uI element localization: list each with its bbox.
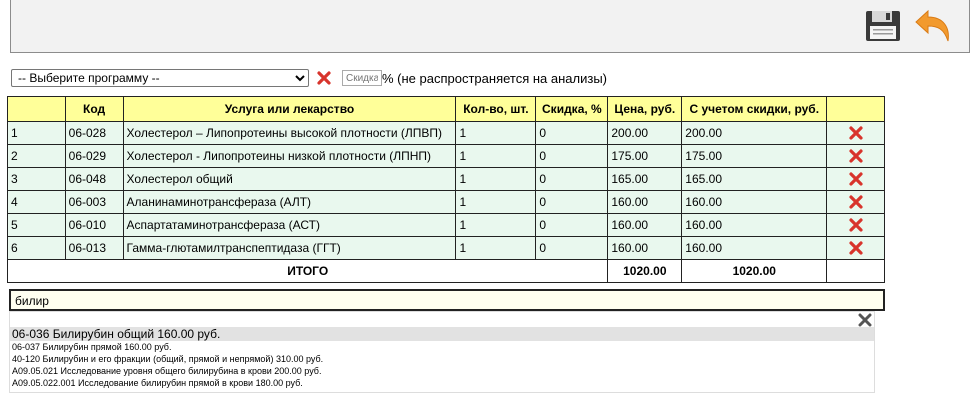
- services-table: Код Услуга или лекарство Кол-во, шт. Ски…: [6, 96, 885, 283]
- row-code: 06-003: [64, 190, 124, 214]
- program-row: -- Выберите программу -- % (не распростр…: [11, 69, 607, 87]
- row-discount: 0: [535, 121, 609, 145]
- row-service-name: Холестерол - Липопротеины низкой плотнос…: [122, 144, 457, 168]
- delete-x-icon[interactable]: [849, 195, 863, 210]
- row-qty: 1: [455, 190, 537, 214]
- undo-arrow-icon[interactable]: [914, 8, 954, 44]
- delete-x-icon[interactable]: [849, 149, 863, 164]
- row-price: 160.00: [607, 236, 683, 260]
- row-price: 165.00: [607, 167, 683, 191]
- total-price: 1020.00: [607, 259, 683, 283]
- row-discounted-total: 175.00: [681, 144, 828, 168]
- total-label: ИТОГО: [6, 259, 609, 283]
- suggestion-list: 06-036 Билирубин общий 160.00 руб. 06-03…: [9, 311, 875, 393]
- close-icon[interactable]: [858, 313, 872, 327]
- row-discount: 0: [535, 236, 609, 260]
- row-discount: 0: [535, 144, 609, 168]
- delete-x-icon[interactable]: [849, 241, 863, 256]
- row-delete-cell: [826, 144, 885, 168]
- table-row: 1 06-028 Холестерол – Липопротеины высокой…: [7, 121, 885, 145]
- row-code: 06-048: [64, 167, 124, 191]
- discount-note: % (не распространяется на анализы): [382, 70, 608, 86]
- row-code: 06-028: [64, 121, 124, 145]
- table-row: 3 06-048 Холестерол общий 1 0 165.00 165.00: [7, 167, 885, 191]
- delete-x-icon[interactable]: [849, 172, 863, 187]
- table-row: 4 06-003 Аланинаминотрансфераза (АЛТ) 1 0 160…: [7, 190, 885, 214]
- row-discounted-total: 200.00: [681, 121, 828, 145]
- row-price: 200.00: [607, 121, 683, 145]
- row-discount: 0: [535, 167, 609, 191]
- row-price: 160.00: [607, 190, 683, 214]
- row-service-name: Гамма-глютамилтранспептидаза (ГГТ): [122, 236, 457, 260]
- total-discounted: 1020.00: [681, 259, 828, 283]
- top-panel: [10, 0, 970, 53]
- red-x-icon[interactable]: [317, 71, 331, 85]
- col-header-service: Услуга или лекарство: [122, 96, 457, 122]
- row-discounted-total: 160.00: [681, 213, 828, 237]
- row-discounted-total: 160.00: [681, 236, 828, 260]
- col-header-discount: Скидка, %: [535, 96, 609, 122]
- row-qty: 1: [455, 213, 537, 237]
- col-header-price: Цена, руб.: [607, 96, 683, 122]
- row-price: 160.00: [607, 213, 683, 237]
- row-code: 06-010: [64, 213, 124, 237]
- program-select[interactable]: -- Выберите программу --: [11, 69, 309, 87]
- row-discounted-total: 165.00: [681, 167, 828, 191]
- suggestion-item[interactable]: A09.05.022.001 Исследование билирубин пр…: [10, 378, 874, 389]
- row-delete-cell: [826, 167, 885, 191]
- col-header-actions: [826, 96, 885, 122]
- row-code: 06-029: [64, 144, 124, 168]
- row-delete-cell: [826, 236, 885, 260]
- delete-x-icon[interactable]: [849, 218, 863, 233]
- discount-input[interactable]: [342, 70, 382, 86]
- suggestion-item[interactable]: A09.05.021 Исследование уровня общего би…: [10, 366, 874, 377]
- col-header-discounted: С учетом скидки, руб.: [681, 96, 828, 122]
- row-delete-cell: [826, 121, 885, 145]
- delete-x-icon[interactable]: [849, 126, 863, 141]
- row-price: 175.00: [607, 144, 683, 168]
- row-discount: 0: [535, 190, 609, 214]
- row-qty: 1: [455, 236, 537, 260]
- row-discounted-total: 160.00: [681, 190, 828, 214]
- table-row: 5 06-010 Аспартатаминотрансфераза (АСТ) 1 0 1…: [7, 213, 885, 237]
- row-delete-cell: [826, 213, 885, 237]
- row-qty: 1: [455, 144, 537, 168]
- row-number: 1: [7, 121, 66, 145]
- suggestion-item[interactable]: 06-037 Билирубин прямой 160.00 руб.: [10, 342, 874, 353]
- row-number: 4: [7, 190, 66, 214]
- floppy-disk-icon[interactable]: [864, 10, 902, 42]
- col-header-num: [7, 96, 66, 122]
- row-delete-cell: [826, 190, 885, 214]
- row-service-name: Холестерол общий: [122, 167, 457, 191]
- row-number: 6: [7, 236, 66, 260]
- row-discount: 0: [535, 213, 609, 237]
- row-qty: 1: [455, 167, 537, 191]
- col-header-qty: Кол-во, шт.: [455, 96, 537, 122]
- row-code: 06-013: [64, 236, 124, 260]
- row-service-name: Холестерол – Липопротеины высокой плотно…: [122, 121, 457, 145]
- row-number: 3: [7, 167, 66, 191]
- row-number: 5: [7, 213, 66, 237]
- row-qty: 1: [455, 121, 537, 145]
- service-search-input[interactable]: билир: [9, 289, 885, 311]
- table-header-row: Код Услуга или лекарство Кол-во, шт. Ски…: [7, 96, 885, 122]
- row-service-name: Аспартатаминотрансфераза (АСТ): [122, 213, 457, 237]
- table-row: 2 06-029 Холестерол - Липопротеины низкой …: [7, 144, 885, 168]
- row-number: 2: [7, 144, 66, 168]
- suggestion-item[interactable]: 06-036 Билирубин общий 160.00 руб.: [10, 327, 874, 341]
- row-service-name: Аланинаминотрансфераза (АЛТ): [122, 190, 457, 214]
- col-header-code: Код: [64, 96, 124, 122]
- table-row: 6 06-013 Гамма-глютамилтранспептидаза (ГГТ…: [7, 236, 885, 260]
- total-row: ИТОГО 1020.00 1020.00: [6, 259, 885, 283]
- total-empty-cell: [826, 259, 885, 283]
- suggestion-item[interactable]: 40-120 Билирубин и его фракции (общий, п…: [10, 354, 874, 365]
